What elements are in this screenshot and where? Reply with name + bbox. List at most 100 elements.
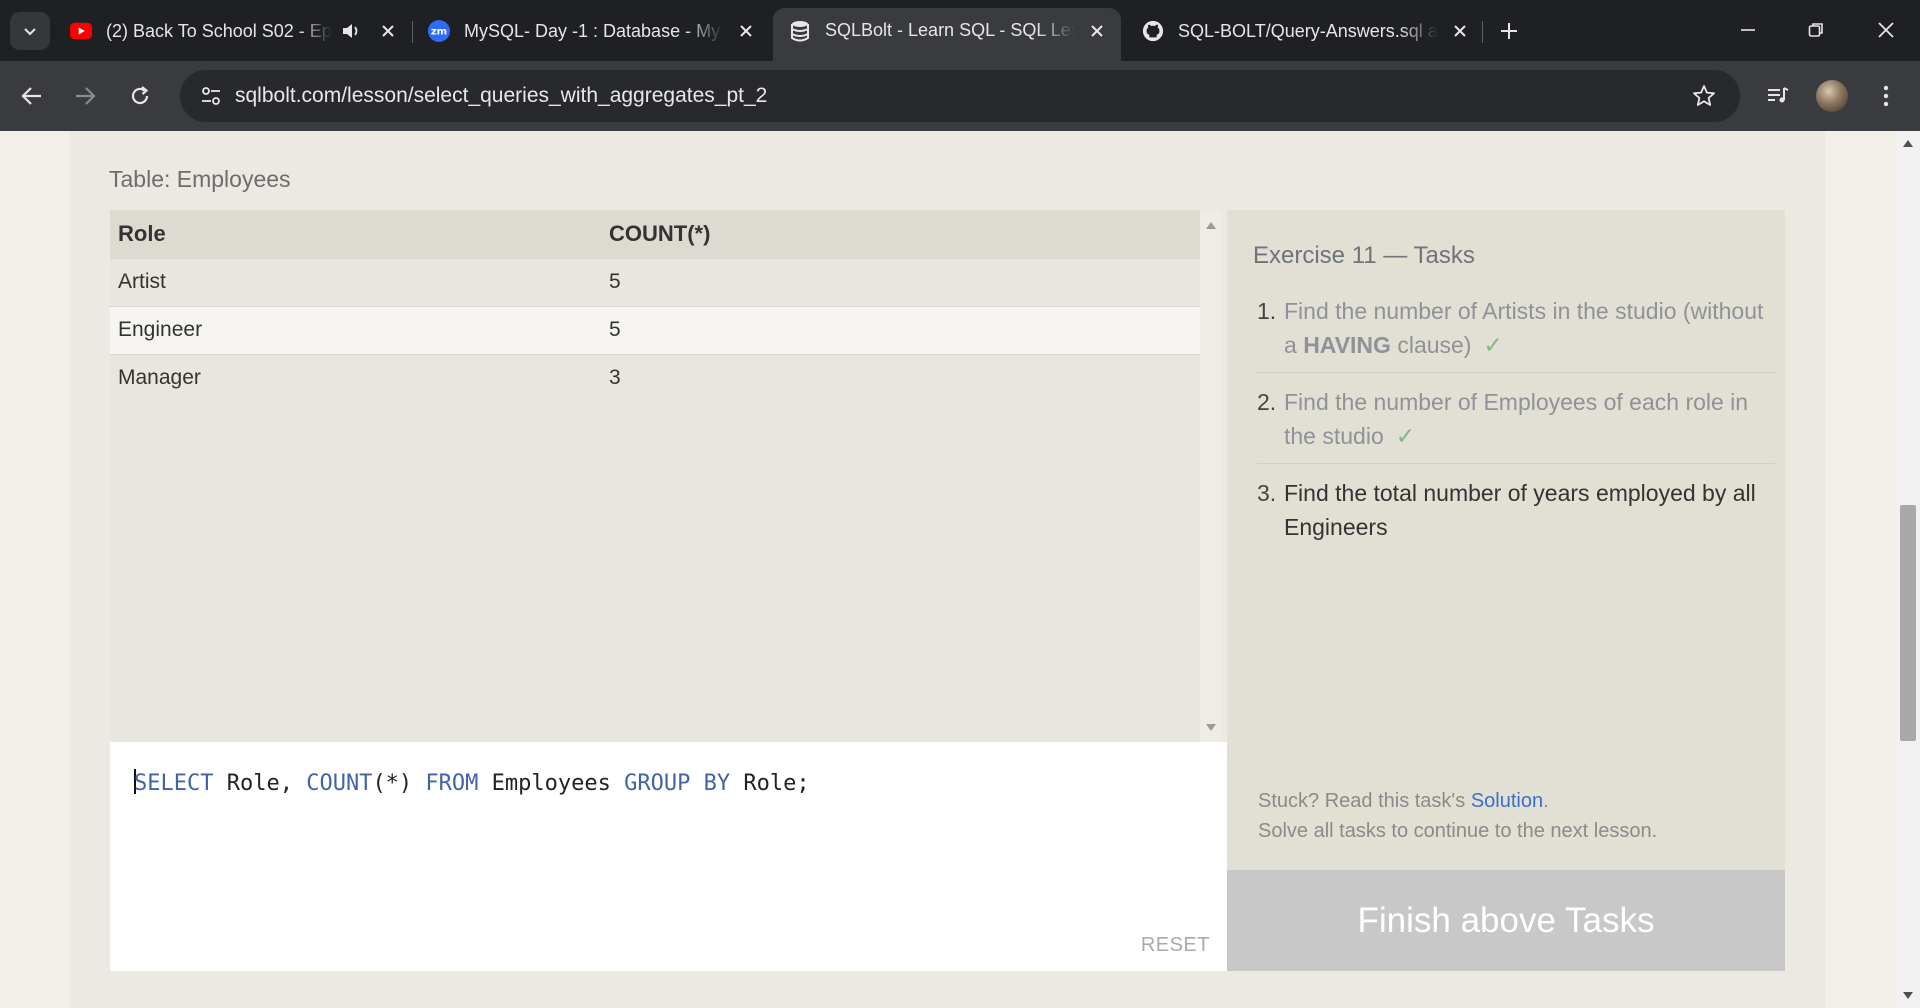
column-header-role: Role	[110, 210, 601, 258]
query-results: Role COUNT(*) Artist 5 Engineer 5 Manage…	[110, 210, 1222, 743]
table-cell: 5	[601, 257, 1200, 306]
exercise-title: Exercise 11 — Tasks	[1253, 242, 1475, 269]
table-header-row: Role COUNT(*)	[110, 210, 1200, 258]
svg-text:zm: zm	[431, 27, 447, 38]
scroll-down-arrow-icon[interactable]	[1206, 724, 1216, 731]
close-tab-icon[interactable]	[734, 19, 758, 43]
avatar	[1816, 80, 1848, 112]
table-row: Artist 5	[110, 257, 1200, 306]
url-text[interactable]: sqlbolt.com/lesson/select_queries_with_a…	[235, 84, 767, 108]
close-icon	[1878, 22, 1894, 38]
reload-button[interactable]	[122, 78, 158, 114]
task-text-part: clause)	[1390, 332, 1472, 358]
table-cell: Engineer	[110, 305, 601, 354]
task-number: 2.	[1257, 389, 1277, 415]
star-icon	[1693, 85, 1715, 106]
reset-button[interactable]: RESET	[1141, 934, 1210, 957]
youtube-icon	[70, 20, 92, 42]
close-tab-icon[interactable]	[1448, 19, 1472, 43]
tab-title: SQL-BOLT/Query-Answers.sql at	[1178, 20, 1438, 41]
task-text-bold: HAVING	[1303, 332, 1391, 358]
solution-link[interactable]: Solution	[1471, 790, 1543, 812]
tab-title: (2) Back To School S02 - Ep	[106, 20, 332, 41]
new-tab-button[interactable]	[1494, 16, 1524, 46]
scrollbar-thumb[interactable]	[1900, 505, 1916, 741]
kebab-menu-icon	[1883, 85, 1889, 107]
scroll-up-arrow-icon[interactable]	[1903, 140, 1913, 147]
stuck-hint: Stuck? Read this task's Solution. Solve …	[1258, 786, 1657, 846]
browser-toolbar: sqlbolt.com/lesson/select_queries_with_a…	[0, 61, 1920, 131]
address-bar[interactable]: sqlbolt.com/lesson/select_queries_with_a…	[180, 70, 1740, 122]
tab-github[interactable]: SQL-BOLT/Query-Answers.sql at	[1142, 10, 1472, 52]
task-number: 1.	[1257, 298, 1277, 324]
media-controls-button[interactable]	[1760, 78, 1796, 114]
task-item: 1. Find the number of Artists in the stu…	[1257, 294, 1775, 373]
sql-keyword: SELECT	[134, 771, 214, 796]
site-info-icon[interactable]	[198, 83, 224, 109]
arrow-right-icon	[76, 87, 96, 105]
table-cell: Artist	[110, 257, 601, 306]
tab-sqlbolt[interactable]: SQLBolt - Learn SQL - SQL Lesso	[773, 8, 1121, 61]
tab-separator	[412, 21, 413, 43]
close-window-button[interactable]	[1862, 10, 1910, 50]
close-tab-icon[interactable]	[1085, 19, 1109, 43]
restore-icon	[1808, 23, 1823, 37]
sql-keyword: FROM	[425, 771, 479, 796]
back-button[interactable]	[14, 78, 50, 114]
task-text: Find the number of Artists in the studio…	[1284, 298, 1763, 358]
restore-button[interactable]	[1792, 10, 1840, 50]
sql-text: Role,	[213, 771, 307, 796]
bookmark-button[interactable]	[1690, 82, 1718, 110]
table-cell: 3	[601, 353, 1200, 402]
stuck-hint-text: .	[1543, 790, 1549, 812]
task-item: 2. Find the number of Employees of each …	[1257, 385, 1775, 464]
table-cell: 5	[601, 305, 1200, 354]
github-icon	[1142, 20, 1164, 42]
scroll-up-arrow-icon[interactable]	[1206, 222, 1216, 229]
media-queue-icon	[1768, 87, 1789, 103]
continue-hint-text: Solve all tasks to continue to the next …	[1258, 820, 1658, 842]
task-text: Find the total number of years employed …	[1284, 480, 1756, 540]
tab-mysql[interactable]: zm MySQL- Day -1 : Database - My	[428, 10, 758, 52]
sql-text: Employees	[478, 771, 625, 796]
database-icon	[789, 20, 811, 42]
exercise-tasks-panel: Exercise 11 — Tasks 1. Find the number o…	[1227, 210, 1785, 870]
sql-query-text[interactable]: SELECT Role, COUNT(*) FROM Employees GRO…	[134, 769, 810, 796]
sql-editor[interactable]: SELECT Role, COUNT(*) FROM Employees GRO…	[110, 742, 1228, 971]
tab-search-button[interactable]	[10, 12, 50, 50]
sql-keyword: BY	[703, 771, 731, 796]
zoom-icon: zm	[428, 20, 450, 42]
profile-button[interactable]	[1814, 78, 1850, 114]
speaker-icon[interactable]	[340, 20, 362, 42]
close-tab-icon[interactable]	[376, 19, 400, 43]
check-icon: ✓	[1395, 423, 1416, 449]
menu-button[interactable]	[1868, 78, 1904, 114]
results-table: Role COUNT(*) Artist 5 Engineer 5 Manage…	[110, 210, 1200, 402]
tab-title: SQLBolt - Learn SQL - SQL Lesso	[825, 20, 1075, 40]
arrow-left-icon	[21, 87, 41, 105]
plus-icon	[1501, 23, 1517, 39]
task-text: Find the number of Employees of each rol…	[1284, 389, 1749, 449]
finish-tasks-button[interactable]: Finish above Tasks	[1227, 870, 1785, 971]
sql-keyword: COUNT	[306, 771, 373, 796]
stuck-hint-text: Stuck? Read this task's	[1258, 790, 1471, 812]
minimize-icon	[1741, 29, 1755, 31]
reload-icon	[131, 86, 149, 105]
sql-keyword: GROUP	[624, 771, 691, 796]
column-header-count: COUNT(*)	[601, 210, 1200, 258]
results-scrollbar[interactable]	[1200, 210, 1222, 743]
scroll-down-arrow-icon[interactable]	[1903, 992, 1913, 999]
tab-youtube[interactable]: (2) Back To School S02 - Ep	[70, 10, 400, 52]
table-cell: Manager	[110, 353, 601, 402]
chevron-down-icon	[24, 28, 36, 36]
page-scrollbar[interactable]	[1896, 131, 1920, 1008]
task-list: 1. Find the number of Artists in the stu…	[1257, 294, 1775, 566]
minimize-button[interactable]	[1724, 10, 1772, 50]
tab-separator	[1482, 21, 1483, 43]
table-row: Engineer 5	[110, 305, 1200, 354]
table-caption: Table: Employees	[109, 166, 291, 192]
task-item: 3. Find the total number of years employ…	[1257, 476, 1775, 554]
forward-button[interactable]	[67, 78, 103, 114]
lesson-exercise-area: Table: Employees Role COUNT(*) Artist 5 …	[70, 131, 1825, 1008]
